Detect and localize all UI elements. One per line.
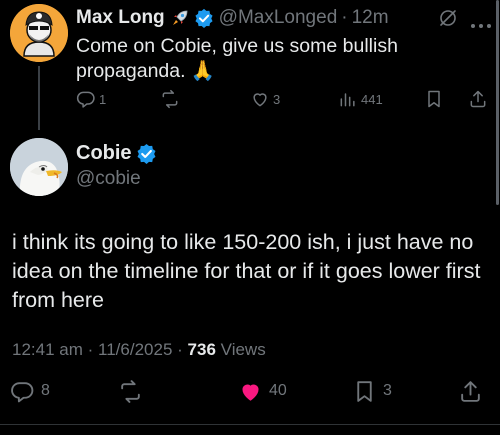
cobie-avatar[interactable] <box>10 138 68 196</box>
max-long-avatar[interactable] <box>10 4 68 62</box>
repost-icon <box>162 89 178 109</box>
views-icon <box>340 93 355 107</box>
more-icon[interactable] <box>470 16 492 28</box>
reply-repost-button[interactable] <box>160 88 183 110</box>
like-icon <box>253 93 267 107</box>
scrollbar[interactable] <box>496 0 499 205</box>
main-repost-button[interactable] <box>118 378 143 404</box>
main-views-label: Views <box>220 340 266 359</box>
bookmark-icon <box>357 380 372 402</box>
reply-views-button[interactable]: 441 <box>338 88 383 110</box>
main-reply-button[interactable]: 8 <box>10 378 50 404</box>
reply-like-count: 3 <box>273 91 281 107</box>
reply-handle[interactable]: @MaxLonged <box>219 7 338 29</box>
reply-timestamp[interactable]: 12m <box>352 7 389 29</box>
main-time[interactable]: 12:41 am <box>12 340 83 359</box>
reply-icon <box>76 91 95 108</box>
grok-icon[interactable] <box>438 8 458 28</box>
main-bookmark-count: 3 <box>383 382 392 399</box>
separator-dot: · <box>341 7 348 28</box>
main-like-count: 40 <box>269 382 287 399</box>
main-views-count: 736 <box>187 340 216 359</box>
share-icon <box>470 90 486 108</box>
main-reply-count: 8 <box>41 382 50 399</box>
reply-reply-button[interactable]: 1 <box>76 88 106 110</box>
reply-text: Come on Cobie, give us some bullish prop… <box>76 35 398 82</box>
next-item-peek <box>12 428 192 435</box>
cobie-name-row: Cobie <box>76 142 157 165</box>
like-icon <box>242 384 259 401</box>
main-handle[interactable]: @cobie <box>76 168 141 190</box>
reply-share-button[interactable] <box>468 88 488 110</box>
main-author-name[interactable]: Cobie <box>76 142 132 165</box>
reply-like-button[interactable]: 3 <box>250 88 280 110</box>
tweet-meta: 12:41 am · 11/6/2025 · 736 Views <box>12 340 266 360</box>
main-tweet-text: i think its going to like 150-200 ish, i… <box>12 230 481 312</box>
separator-dot: · <box>87 340 94 359</box>
main-share-button[interactable] <box>458 378 483 404</box>
verified-badge-icon <box>194 8 214 28</box>
main-date[interactable]: 11/6/2025 <box>98 340 172 359</box>
rocket-icon <box>170 8 190 28</box>
repost-icon <box>121 379 140 403</box>
separator-dot: · <box>177 340 183 359</box>
reply-icon <box>11 381 34 402</box>
reply-reply-count: 1 <box>99 91 107 107</box>
reply-bookmark-button[interactable] <box>424 88 444 110</box>
main-bookmark-button[interactable]: 3 <box>352 378 392 404</box>
thread-line <box>38 66 40 130</box>
reply-author-name[interactable]: Max Long <box>76 7 165 29</box>
main-like-button[interactable]: 40 <box>238 378 287 404</box>
reply-header: Max Long @MaxLonged · 12m <box>76 6 389 30</box>
reply-views-count: 441 <box>361 91 383 107</box>
share-icon <box>461 380 480 402</box>
verified-badge-icon <box>136 143 157 164</box>
divider <box>0 424 500 425</box>
bookmark-icon <box>428 90 440 108</box>
